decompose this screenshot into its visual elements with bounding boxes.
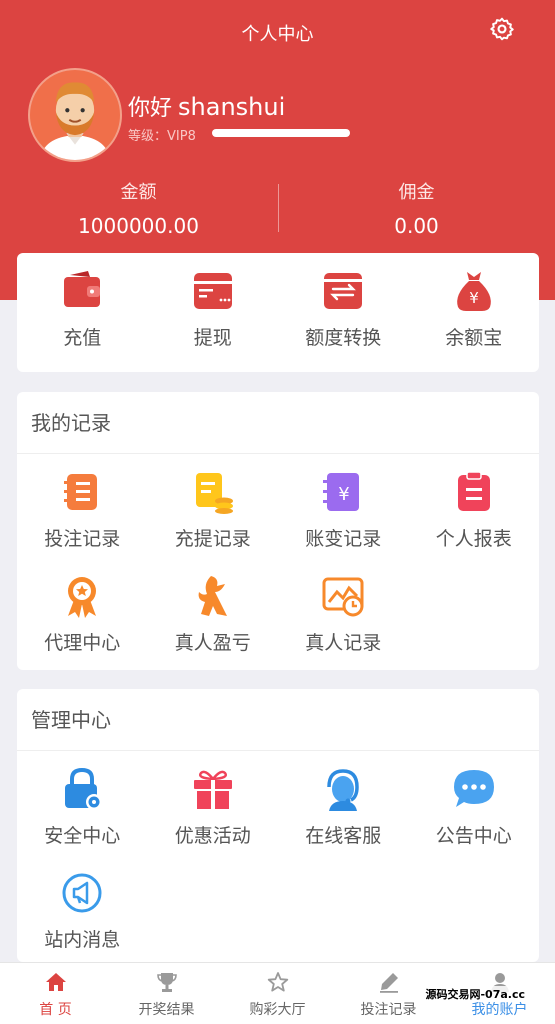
home-icon xyxy=(45,973,66,991)
report-icon xyxy=(457,471,490,511)
management-card: 管理中心 安全中心 优惠活动 在线客服 公告中心 站内消息 xyxy=(17,689,539,962)
record-account-change[interactable]: ¥ 账变记录 xyxy=(278,454,409,558)
vip-progress-bar xyxy=(212,129,350,137)
mgmt-customer-service[interactable]: 在线客服 xyxy=(278,751,409,855)
tab-lottery-results[interactable]: 开奖结果 xyxy=(111,963,222,1024)
svg-text:¥: ¥ xyxy=(339,484,350,505)
money-bag-icon: ¥ xyxy=(456,272,491,311)
bet-record-icon xyxy=(64,474,98,510)
commission-block: 佣金 0.00 xyxy=(278,178,555,238)
record-bet[interactable]: 投注记录 xyxy=(17,454,148,558)
chat-bubble-icon xyxy=(453,770,494,807)
mgmt-promotions[interactable]: 优惠活动 xyxy=(148,751,279,855)
balance-value: 1000000.00 xyxy=(78,214,199,238)
quick-action-label: 余额宝 xyxy=(445,327,503,349)
tab-lottery-hall[interactable]: 购彩大厅 xyxy=(222,963,333,1024)
mgmt-security-center[interactable]: 安全中心 xyxy=(17,751,148,855)
quick-action-label: 额度转换 xyxy=(305,327,382,349)
account-change-icon: ¥ xyxy=(323,473,360,511)
gift-icon xyxy=(193,770,232,809)
pen-icon xyxy=(379,973,398,993)
transfer-icon xyxy=(324,273,363,309)
record-label: 代理中心 xyxy=(44,632,121,654)
watermark: 源码交易网-07a.cc xyxy=(425,986,525,1002)
records-title: 我的记录 xyxy=(17,392,539,454)
card-icon xyxy=(193,273,232,309)
mgmt-label: 站内消息 xyxy=(44,929,121,951)
page-title: 个人中心 xyxy=(241,24,314,45)
tab-label: 首 页 xyxy=(39,1002,72,1018)
quick-action-label: 充值 xyxy=(63,327,102,349)
quick-actions-card: 充值 提现 额度转换 ¥ 余额宝 xyxy=(17,253,539,372)
username: shanshui xyxy=(178,93,286,121)
management-title: 管理中心 xyxy=(17,689,539,751)
record-live-profit[interactable]: 真人盈亏 xyxy=(148,558,279,662)
security-lock-icon xyxy=(65,767,103,810)
commission-label: 佣金 xyxy=(398,182,435,203)
balance-label: 金额 xyxy=(120,182,157,203)
live-profit-icon xyxy=(198,576,227,616)
avatar[interactable] xyxy=(28,68,122,162)
record-label: 投注记录 xyxy=(44,528,121,550)
wallet-icon xyxy=(64,271,101,307)
records-card: 我的记录 投注记录 充提记录 ¥ 账变记录 个人报表 代理中心 真人盈亏 真人记… xyxy=(17,392,539,670)
commission-value: 0.00 xyxy=(394,214,439,238)
customer-service-icon xyxy=(327,769,360,811)
quick-action-label: 提现 xyxy=(193,327,232,349)
record-deposit-withdraw[interactable]: 充提记录 xyxy=(148,454,279,558)
live-record-icon xyxy=(322,577,364,617)
record-label: 账变记录 xyxy=(305,528,382,550)
greeting-text: 你好 xyxy=(128,96,173,121)
balance-block: 金额 1000000.00 xyxy=(0,178,277,238)
tab-label: 投注记录 xyxy=(360,1002,417,1018)
quick-action-yuebao[interactable]: ¥ 余额宝 xyxy=(409,253,540,357)
tab-label: 开奖结果 xyxy=(138,1002,195,1018)
record-label: 充提记录 xyxy=(174,528,251,550)
mgmt-label: 公告中心 xyxy=(435,825,512,847)
record-live-record[interactable]: 真人记录 xyxy=(278,558,409,662)
quick-action-transfer[interactable]: 额度转换 xyxy=(278,253,409,357)
tab-home[interactable]: 首 页 xyxy=(0,963,111,1024)
greeting: 你好 shanshui xyxy=(128,90,285,122)
svg-text:¥: ¥ xyxy=(469,289,479,307)
record-personal-report[interactable]: 个人报表 xyxy=(409,454,540,558)
record-label: 个人报表 xyxy=(435,528,512,550)
mgmt-label: 安全中心 xyxy=(44,825,121,847)
trophy-icon xyxy=(156,973,177,992)
vip-level: 等级：VIP8 xyxy=(128,129,196,144)
quick-action-withdraw[interactable]: 提现 xyxy=(148,253,279,357)
agent-medal-icon xyxy=(68,577,97,618)
tab-label: 购彩大厅 xyxy=(249,1002,306,1018)
tab-label: 我的账户 xyxy=(471,1002,528,1018)
star-icon xyxy=(267,972,288,992)
mgmt-label: 优惠活动 xyxy=(174,825,251,847)
mgmt-site-messages[interactable]: 站内消息 xyxy=(17,855,148,959)
record-label: 真人盈亏 xyxy=(174,632,251,654)
mgmt-announcement[interactable]: 公告中心 xyxy=(409,751,540,855)
gear-icon[interactable] xyxy=(489,16,515,42)
deposit-record-icon xyxy=(195,473,233,514)
quick-action-deposit[interactable]: 充值 xyxy=(17,253,148,357)
record-agent-center[interactable]: 代理中心 xyxy=(17,558,148,662)
megaphone-icon xyxy=(62,873,102,913)
mgmt-label: 在线客服 xyxy=(305,825,382,847)
record-label: 真人记录 xyxy=(305,632,382,654)
